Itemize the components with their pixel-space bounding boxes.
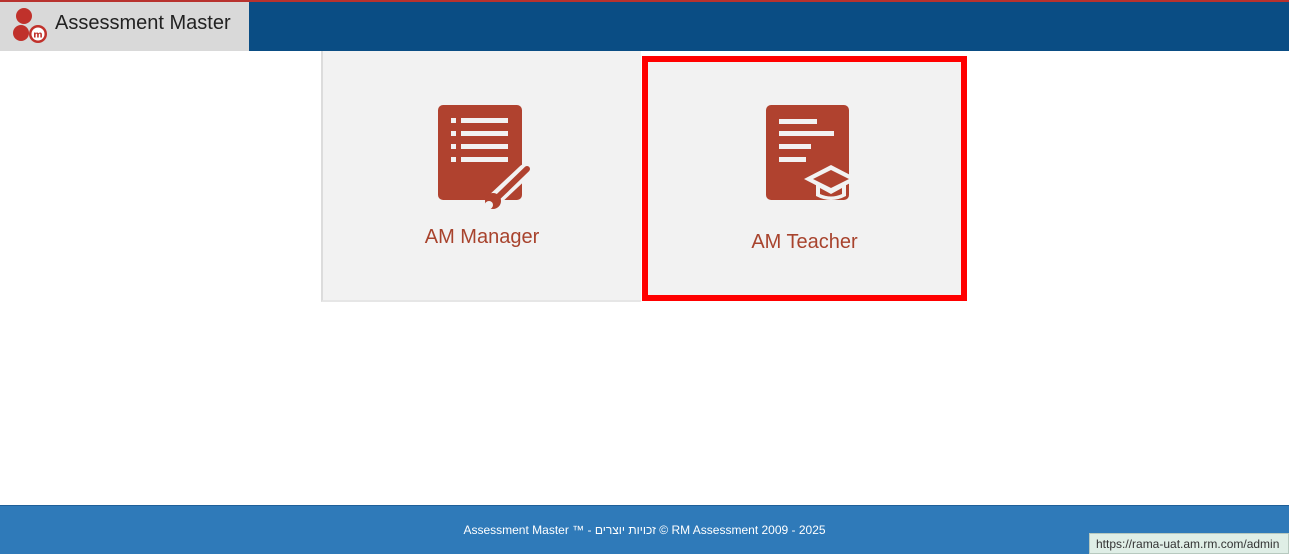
document-graduation-cap-icon [766,105,858,200]
app-header: m Assessment Master [0,2,1289,51]
brand-area[interactable]: m Assessment Master [0,2,249,51]
am-manager-tile[interactable]: AM Manager [321,51,641,302]
app-title: Assessment Master [55,12,231,34]
document-wrench-icon [438,105,532,209]
am-teacher-label: AM Teacher [751,231,858,253]
page: m Assessment Master AM Manager AM Teache… [0,0,1289,554]
svg-text:m: m [33,31,42,41]
rm-logo-icon: m [13,8,47,43]
am-manager-label: AM Manager [424,226,540,248]
status-bar-url: https://rama-uat.am.rm.com/admin [1089,533,1289,554]
am-teacher-tile[interactable]: AM Teacher [642,56,967,301]
